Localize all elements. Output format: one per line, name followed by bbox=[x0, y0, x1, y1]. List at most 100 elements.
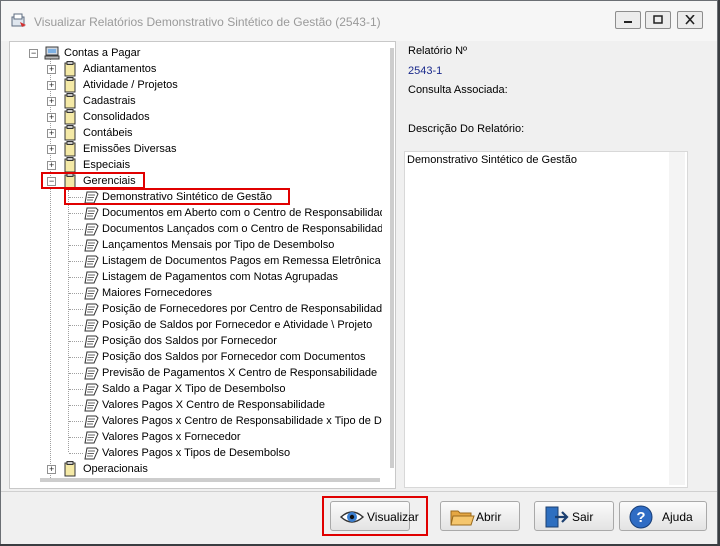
tree-report-item[interactable]: Posição de Fornecedores por Centro de Re… bbox=[10, 301, 382, 317]
report-item-label: Listagem de Pagamentos com Notas Agrupad… bbox=[102, 271, 339, 283]
report-document-icon bbox=[84, 399, 99, 412]
report-document-icon bbox=[84, 287, 99, 300]
report-app-icon bbox=[11, 13, 26, 27]
report-tree[interactable]: − Contas a Pagar + Adiantamentos + Atividad… bbox=[9, 41, 396, 489]
report-viewer-window: Visualizar Relatórios Demonstrativo Sint… bbox=[0, 0, 718, 544]
button-bar: Visualizar Abrir Sair ? Ajuda bbox=[1, 491, 717, 544]
close-button[interactable] bbox=[677, 11, 703, 29]
report-item-label: Listagem de Documentos Pagos em Remessa … bbox=[102, 255, 381, 267]
report-document-icon bbox=[84, 431, 99, 444]
tree-report-item[interactable]: Listagem de Documentos Pagos em Remessa … bbox=[10, 253, 382, 269]
clipboard-icon bbox=[64, 109, 76, 125]
abrir-button[interactable]: Abrir bbox=[440, 501, 520, 531]
report-document-icon bbox=[84, 415, 99, 428]
expand-toggle[interactable]: + bbox=[47, 81, 56, 90]
report-item-label: Valores Pagos x Centro de Responsabilida… bbox=[102, 415, 382, 427]
report-item-label: Posição dos Saldos por Fornecedor bbox=[102, 335, 277, 347]
tree-report-item[interactable]: Listagem de Pagamentos com Notas Agrupad… bbox=[10, 269, 382, 285]
minimize-button[interactable] bbox=[615, 11, 641, 29]
expand-toggle[interactable]: + bbox=[47, 145, 56, 154]
report-item-label: Previsão de Pagamentos X Centro de Respo… bbox=[102, 367, 378, 379]
expand-toggle[interactable]: + bbox=[47, 129, 56, 138]
report-document-icon bbox=[84, 223, 99, 236]
report-document-icon bbox=[84, 351, 99, 364]
highlight-gerenciais bbox=[41, 172, 145, 189]
tree-node-label: Cadastrais bbox=[83, 95, 136, 107]
tree-report-item[interactable]: Documentos Lançados com o Centro de Resp… bbox=[10, 221, 382, 237]
report-item-label: Valores Pagos x Tipos de Desembolso bbox=[102, 447, 291, 459]
description-label: Descrição Do Relatório: bbox=[408, 123, 525, 135]
collapse-toggle[interactable]: − bbox=[29, 49, 38, 58]
tree-node-label: Adiantamentos bbox=[83, 63, 157, 75]
report-item-label: Maiores Fornecedores bbox=[102, 287, 213, 299]
folder-open-icon bbox=[450, 510, 475, 526]
report-number-value: 2543-1 bbox=[408, 65, 443, 77]
report-item-label: Posição dos Saldos por Fornecedor com Do… bbox=[102, 351, 366, 363]
expand-toggle[interactable]: + bbox=[47, 161, 56, 170]
report-document-icon bbox=[84, 207, 99, 220]
tree-node-label: Emissões Diversas bbox=[83, 143, 177, 155]
window-title: Visualizar Relatórios Demonstrativo Sint… bbox=[34, 15, 381, 29]
report-details-panel: Relatório Nº 2543-1 Consulta Associada: … bbox=[399, 41, 709, 489]
expand-toggle[interactable]: + bbox=[47, 113, 56, 122]
tree-report-item[interactable]: Valores Pagos x Tipos de Desembolso bbox=[10, 445, 382, 461]
tree-report-item[interactable]: Valores Pagos X Centro de Responsabilida… bbox=[10, 397, 382, 413]
report-item-label: Lançamentos Mensais por Tipo de Desembol… bbox=[102, 239, 335, 251]
horizontal-scrollbar[interactable] bbox=[40, 478, 380, 482]
minimize-icon bbox=[624, 21, 632, 23]
report-document-icon bbox=[84, 319, 99, 332]
report-item-label: Valores Pagos x Fornecedor bbox=[102, 431, 241, 443]
description-box[interactable]: Demonstrativo Sintético de Gestão bbox=[404, 151, 688, 488]
report-item-label: Documentos Lançados com o Centro de Resp… bbox=[102, 223, 382, 235]
tree-node-label: Contas a Pagar bbox=[64, 47, 141, 59]
description-scrollbar[interactable] bbox=[669, 152, 685, 485]
report-document-icon bbox=[84, 383, 99, 396]
report-item-label: Posição de Fornecedores por Centro de Re… bbox=[102, 303, 382, 315]
sair-button[interactable]: Sair bbox=[534, 501, 614, 531]
expand-toggle[interactable]: + bbox=[47, 465, 56, 474]
clipboard-icon bbox=[64, 93, 76, 109]
tree-report-item[interactable]: Previsão de Pagamentos X Centro de Respo… bbox=[10, 365, 382, 381]
tree-report-item[interactable]: Saldo a Pagar X Tipo de Desembolso bbox=[10, 381, 382, 397]
report-document-icon bbox=[84, 271, 99, 284]
report-item-label: Saldo a Pagar X Tipo de Desembolso bbox=[102, 383, 286, 395]
clipboard-icon bbox=[64, 157, 76, 173]
tree-node-label: Consolidados bbox=[83, 111, 150, 123]
report-document-icon bbox=[84, 447, 99, 460]
expand-toggle[interactable]: + bbox=[47, 65, 56, 74]
description-text: Demonstrativo Sintético de Gestão bbox=[407, 154, 577, 166]
tree-report-item[interactable]: Maiores Fornecedores bbox=[10, 285, 382, 301]
tree-report-item[interactable]: Valores Pagos x Fornecedor bbox=[10, 429, 382, 445]
tree-node-label: Contábeis bbox=[83, 127, 133, 139]
maximize-button[interactable] bbox=[645, 11, 671, 29]
clipboard-icon bbox=[64, 461, 76, 477]
computer-icon bbox=[44, 46, 60, 60]
report-item-label: Posição de Saldos por Fornecedor e Ativi… bbox=[102, 319, 373, 331]
title-bar: Visualizar Relatórios Demonstrativo Sint… bbox=[1, 1, 717, 41]
tree-report-item[interactable]: Posição dos Saldos por Fornecedor com Do… bbox=[10, 349, 382, 365]
tree-report-item[interactable]: Documentos em Aberto com o Centro de Res… bbox=[10, 205, 382, 221]
report-item-label: Valores Pagos X Centro de Responsabilida… bbox=[102, 399, 325, 411]
tree-report-item[interactable]: Valores Pagos x Centro de Responsabilida… bbox=[10, 413, 382, 429]
ajuda-button-label: Ajuda bbox=[662, 510, 693, 524]
clipboard-icon bbox=[64, 77, 76, 93]
highlight-visualizar bbox=[322, 496, 428, 536]
tree-report-item[interactable]: Posição de Saldos por Fornecedor e Ativi… bbox=[10, 317, 382, 333]
help-icon: ? bbox=[629, 505, 653, 529]
query-label: Consulta Associada: bbox=[408, 84, 508, 96]
ajuda-button[interactable]: ? Ajuda bbox=[619, 501, 707, 531]
clipboard-icon bbox=[64, 61, 76, 77]
vertical-scrollbar[interactable] bbox=[390, 48, 394, 468]
tree-node-label: Operacionais bbox=[83, 463, 148, 475]
tree-report-item[interactable]: Lançamentos Mensais por Tipo de Desembol… bbox=[10, 237, 382, 253]
report-document-icon bbox=[84, 335, 99, 348]
clipboard-icon bbox=[64, 125, 76, 141]
close-icon bbox=[685, 15, 695, 25]
tree-node-label: Atividade / Projetos bbox=[83, 79, 178, 91]
expand-toggle[interactable]: + bbox=[47, 97, 56, 106]
report-document-icon bbox=[84, 239, 99, 252]
tree-report-item[interactable]: Posição dos Saldos por Fornecedor bbox=[10, 333, 382, 349]
report-item-label: Documentos em Aberto com o Centro de Res… bbox=[102, 207, 382, 219]
highlight-selected-report bbox=[64, 188, 290, 205]
svg-text:?: ? bbox=[636, 509, 645, 526]
